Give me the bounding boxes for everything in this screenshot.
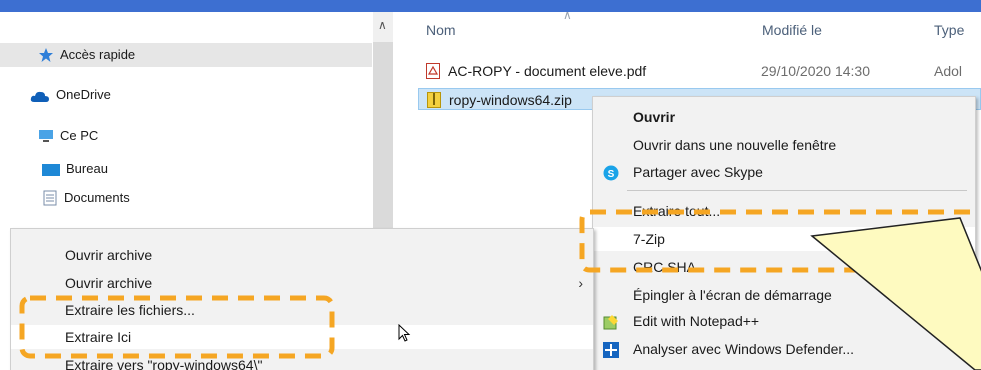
desktop-background: { "nav": { "items": [ {"label": "Accès r… [0, 0, 981, 370]
annotation-overlay [19, 209, 981, 370]
file-explorer-window: Accès rapide OneDrive Ce PC Bureau Docum… [0, 12, 981, 370]
highlight-extract-here-box [19, 295, 335, 359]
callout-bubble [810, 217, 981, 370]
